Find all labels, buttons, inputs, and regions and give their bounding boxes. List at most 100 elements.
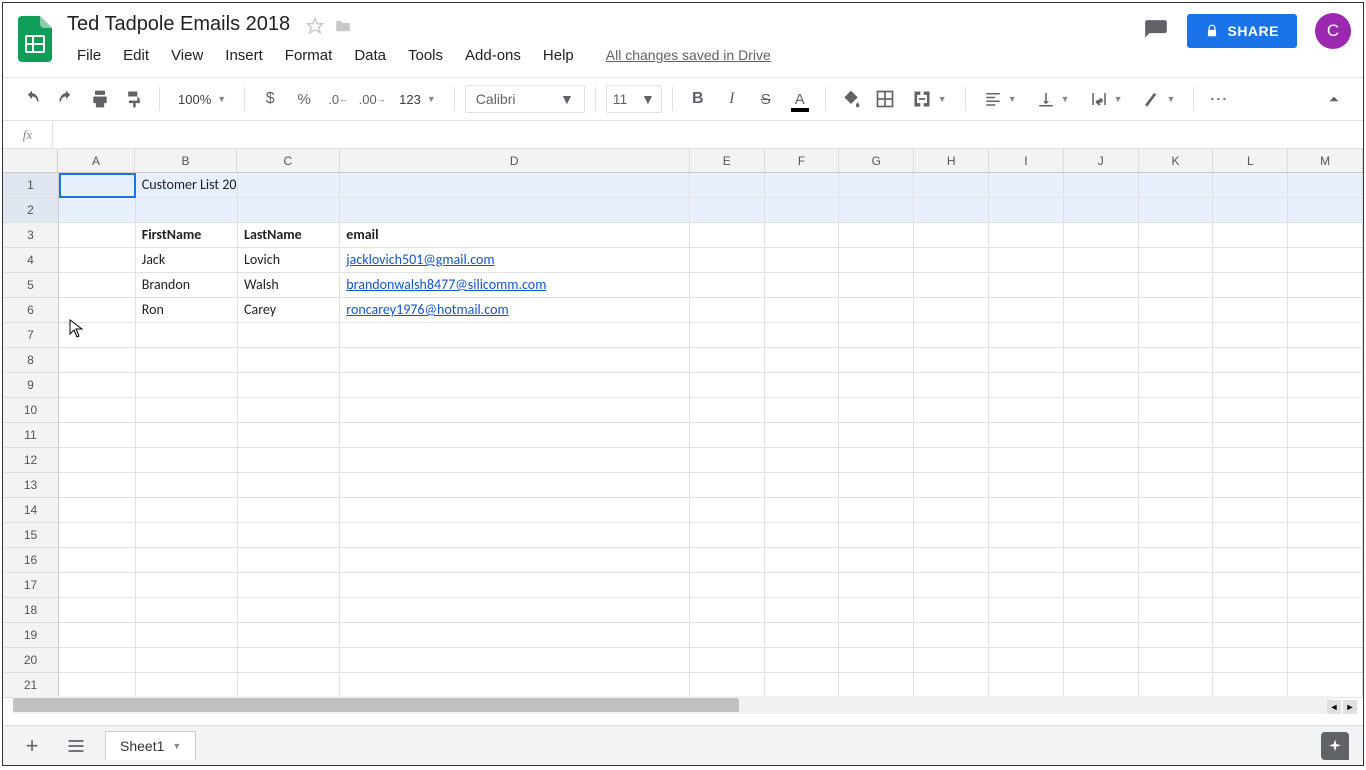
- cell-J13[interactable]: [1064, 473, 1139, 498]
- cell-B3[interactable]: FirstName: [136, 223, 238, 248]
- cell-M4[interactable]: [1288, 248, 1363, 273]
- borders-button[interactable]: [870, 84, 900, 114]
- cell-M6[interactable]: [1288, 298, 1363, 323]
- cell-H2[interactable]: [914, 198, 989, 223]
- cell-I1[interactable]: [989, 173, 1064, 198]
- cell-D12[interactable]: [340, 448, 689, 473]
- cell-B17[interactable]: [136, 573, 238, 598]
- cell-J11[interactable]: [1064, 423, 1139, 448]
- cell-M15[interactable]: [1288, 523, 1363, 548]
- cell-M3[interactable]: [1288, 223, 1363, 248]
- cell-K12[interactable]: [1139, 448, 1214, 473]
- cell-M18[interactable]: [1288, 598, 1363, 623]
- cell-E12[interactable]: [690, 448, 765, 473]
- cell-C19[interactable]: [238, 623, 340, 648]
- cell-I15[interactable]: [989, 523, 1064, 548]
- col-header-B[interactable]: B: [135, 149, 237, 172]
- cell-I21[interactable]: [989, 673, 1064, 698]
- cell-J10[interactable]: [1064, 398, 1139, 423]
- cell-C1[interactable]: [238, 173, 340, 198]
- cell-K9[interactable]: [1139, 373, 1214, 398]
- row-header-16[interactable]: 16: [3, 548, 59, 573]
- cell-E7[interactable]: [690, 323, 765, 348]
- cell-D1[interactable]: [340, 173, 689, 198]
- sheets-logo-icon[interactable]: [15, 13, 55, 65]
- cell-I10[interactable]: [989, 398, 1064, 423]
- cell-L7[interactable]: [1213, 323, 1288, 348]
- cell-J17[interactable]: [1064, 573, 1139, 598]
- cell-E9[interactable]: [690, 373, 765, 398]
- cell-M1[interactable]: [1288, 173, 1363, 198]
- cell-M20[interactable]: [1288, 648, 1363, 673]
- cell-C2[interactable]: [238, 198, 340, 223]
- select-all-corner[interactable]: [3, 149, 58, 172]
- cell-H11[interactable]: [914, 423, 989, 448]
- cell-F13[interactable]: [765, 473, 840, 498]
- text-color-button[interactable]: A: [785, 84, 815, 114]
- cell-D18[interactable]: [340, 598, 689, 623]
- cell-K18[interactable]: [1139, 598, 1214, 623]
- scroll-left-button[interactable]: ◄: [1327, 700, 1341, 714]
- cell-K13[interactable]: [1139, 473, 1214, 498]
- cell-G15[interactable]: [839, 523, 914, 548]
- cell-D8[interactable]: [340, 348, 689, 373]
- row-header-9[interactable]: 9: [3, 373, 59, 398]
- cell-D9[interactable]: [340, 373, 689, 398]
- cell-D11[interactable]: [340, 423, 689, 448]
- cell-H18[interactable]: [914, 598, 989, 623]
- cell-E20[interactable]: [690, 648, 765, 673]
- cell-M2[interactable]: [1288, 198, 1363, 223]
- cell-E19[interactable]: [690, 623, 765, 648]
- cell-F21[interactable]: [765, 673, 840, 698]
- cell-M19[interactable]: [1288, 623, 1363, 648]
- cell-C15[interactable]: [238, 523, 340, 548]
- cell-B9[interactable]: [136, 373, 238, 398]
- more-button[interactable]: ⋯: [1204, 84, 1234, 114]
- col-header-J[interactable]: J: [1064, 149, 1139, 172]
- row-header-2[interactable]: 2: [3, 198, 59, 223]
- collapse-toolbar-button[interactable]: [1319, 84, 1349, 114]
- cell-E13[interactable]: [690, 473, 765, 498]
- cell-B8[interactable]: [136, 348, 238, 373]
- cell-B6[interactable]: Ron: [136, 298, 238, 323]
- cell-I16[interactable]: [989, 548, 1064, 573]
- cell-F1[interactable]: [765, 173, 840, 198]
- wrap-button[interactable]: ▼: [1082, 90, 1131, 108]
- cell-F7[interactable]: [765, 323, 840, 348]
- cell-B15[interactable]: [136, 523, 238, 548]
- cell-C20[interactable]: [238, 648, 340, 673]
- cell-D15[interactable]: [340, 523, 689, 548]
- all-sheets-button[interactable]: [61, 731, 91, 761]
- cell-G9[interactable]: [839, 373, 914, 398]
- cell-D19[interactable]: [340, 623, 689, 648]
- cell-I3[interactable]: [989, 223, 1064, 248]
- cell-E18[interactable]: [690, 598, 765, 623]
- cell-A21[interactable]: [59, 673, 136, 698]
- cell-M5[interactable]: [1288, 273, 1363, 298]
- cell-C6[interactable]: Carey: [238, 298, 340, 323]
- cell-E6[interactable]: [690, 298, 765, 323]
- cell-I6[interactable]: [989, 298, 1064, 323]
- cell-E5[interactable]: [690, 273, 765, 298]
- cell-M14[interactable]: [1288, 498, 1363, 523]
- increase-decimal-button[interactable]: .00→: [357, 84, 387, 114]
- cell-L12[interactable]: [1213, 448, 1288, 473]
- cell-F14[interactable]: [765, 498, 840, 523]
- cell-K1[interactable]: [1139, 173, 1214, 198]
- cell-G3[interactable]: [839, 223, 914, 248]
- cell-D10[interactable]: [340, 398, 689, 423]
- cell-A20[interactable]: [59, 648, 136, 673]
- cell-F16[interactable]: [765, 548, 840, 573]
- cell-K3[interactable]: [1139, 223, 1214, 248]
- cell-C21[interactable]: [238, 673, 340, 698]
- cell-B11[interactable]: [136, 423, 238, 448]
- cell-B21[interactable]: [136, 673, 238, 698]
- cell-C9[interactable]: [238, 373, 340, 398]
- fill-color-button[interactable]: [836, 84, 866, 114]
- account-avatar[interactable]: C: [1315, 13, 1351, 49]
- cell-I20[interactable]: [989, 648, 1064, 673]
- cell-A6[interactable]: [59, 298, 136, 323]
- cell-A2[interactable]: [59, 198, 136, 223]
- cell-E14[interactable]: [690, 498, 765, 523]
- cell-D13[interactable]: [340, 473, 689, 498]
